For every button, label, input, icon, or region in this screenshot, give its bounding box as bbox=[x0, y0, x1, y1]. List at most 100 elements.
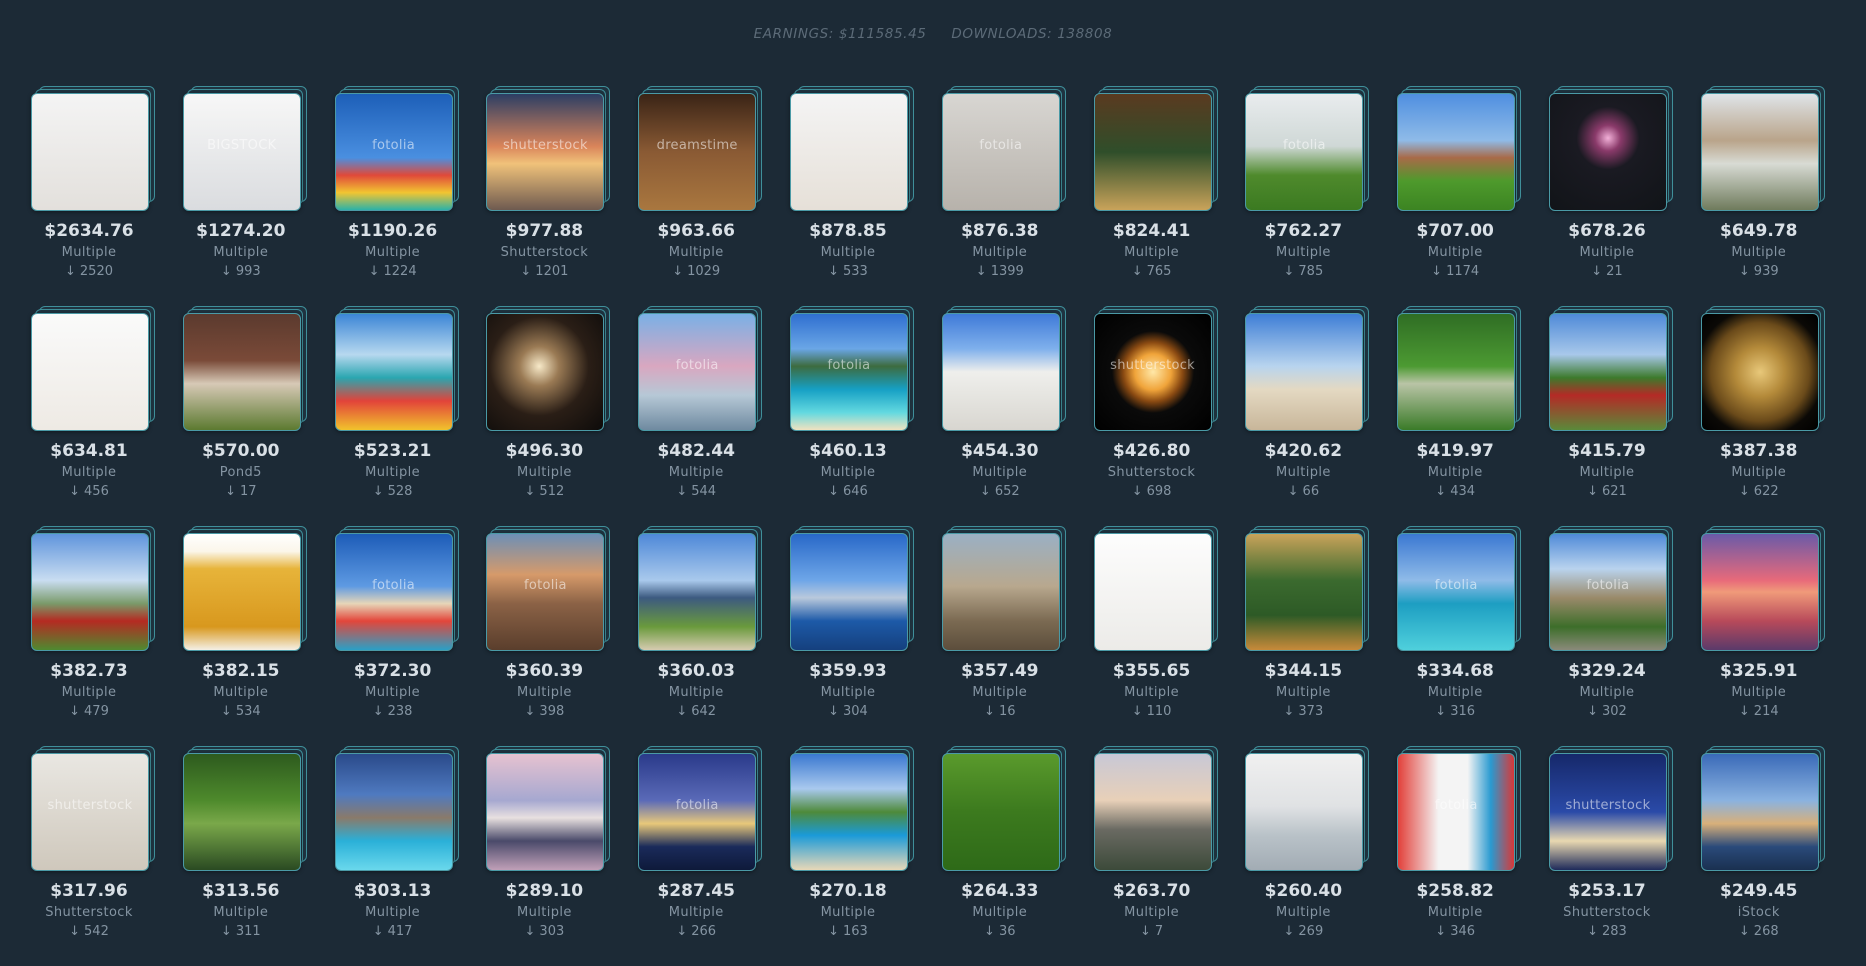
image-card[interactable]: shutterstock $317.96 Shutterstock ↓ 542 bbox=[29, 746, 181, 966]
image-stack[interactable]: fotolia bbox=[638, 746, 770, 874]
rope-bridge-photo[interactable] bbox=[1397, 313, 1516, 431]
image-stack[interactable]: shutterstock bbox=[1093, 306, 1226, 434]
image-card[interactable]: $359.93 Multiple ↓ 304 bbox=[788, 526, 940, 746]
airport-terminal-photo[interactable] bbox=[1093, 753, 1212, 871]
image-card[interactable]: $264.33 Multiple ↓ 36 bbox=[940, 746, 1092, 966]
image-stack[interactable] bbox=[1700, 526, 1833, 654]
image-stack[interactable]: fotolia bbox=[638, 306, 770, 434]
air-vent-photo[interactable]: fotolia bbox=[941, 93, 1060, 211]
image-stack[interactable]: fotolia bbox=[334, 86, 467, 214]
image-stack[interactable] bbox=[334, 306, 467, 434]
image-card[interactable]: $570.00 Pond5 ↓ 17 bbox=[181, 306, 333, 526]
image-stack[interactable]: fotolia bbox=[1245, 86, 1377, 214]
night-skyline-photo[interactable]: fotolia bbox=[638, 753, 757, 871]
image-card[interactable]: $634.81 Multiple ↓ 456 bbox=[29, 306, 181, 526]
cherry-blossom-monument-photo[interactable]: fotolia bbox=[638, 313, 757, 431]
image-card[interactable]: $523.21 Multiple ↓ 528 bbox=[333, 306, 485, 526]
image-stack[interactable] bbox=[1700, 746, 1833, 874]
image-card[interactable]: fotolia $460.13 Multiple ↓ 646 bbox=[788, 306, 940, 526]
image-stack[interactable] bbox=[638, 526, 770, 654]
image-card[interactable]: $496.30 Multiple ↓ 512 bbox=[484, 306, 636, 526]
image-card[interactable]: fotolia $762.27 Multiple ↓ 785 bbox=[1243, 86, 1395, 306]
image-card[interactable]: $387.38 Multiple ↓ 622 bbox=[1699, 306, 1851, 526]
image-stack[interactable]: fotolia bbox=[486, 526, 618, 654]
image-stack[interactable] bbox=[1093, 526, 1226, 654]
foreclosure-sign-photo[interactable] bbox=[182, 313, 301, 431]
cat-grass-photo[interactable] bbox=[941, 753, 1060, 871]
misty-hills-photo[interactable]: fotolia bbox=[486, 533, 605, 651]
image-card[interactable]: $415.79 Multiple ↓ 621 bbox=[1547, 306, 1699, 526]
village-street-photo[interactable]: fotolia bbox=[1548, 533, 1667, 651]
christmas-tree-photo[interactable] bbox=[1245, 533, 1364, 651]
image-stack[interactable] bbox=[1245, 306, 1377, 434]
image-card[interactable]: $325.91 Multiple ↓ 214 bbox=[1699, 526, 1851, 746]
image-stack[interactable]: fotolia bbox=[941, 86, 1074, 214]
image-stack[interactable] bbox=[1245, 526, 1377, 654]
image-card[interactable]: shutterstock $426.80 Shutterstock ↓ 698 bbox=[1092, 306, 1244, 526]
ceiling-vent-photo[interactable]: shutterstock bbox=[31, 753, 149, 871]
image-card[interactable]: $303.13 Multiple ↓ 417 bbox=[333, 746, 485, 966]
image-card[interactable]: $263.70 Multiple ↓ 7 bbox=[1092, 746, 1244, 966]
image-stack[interactable] bbox=[182, 306, 315, 434]
image-card[interactable]: $382.15 Multiple ↓ 534 bbox=[181, 526, 333, 746]
image-card[interactable]: $360.03 Multiple ↓ 642 bbox=[636, 526, 788, 746]
image-card[interactable]: $270.18 Multiple ↓ 163 bbox=[788, 746, 940, 966]
train-tunnel-photo[interactable] bbox=[486, 313, 605, 431]
image-stack[interactable]: shutterstock bbox=[31, 746, 163, 874]
image-card[interactable]: fotolia $372.30 Multiple ↓ 238 bbox=[333, 526, 485, 746]
image-stack[interactable] bbox=[789, 526, 922, 654]
image-stack[interactable] bbox=[182, 526, 315, 654]
cat-photo[interactable] bbox=[31, 93, 149, 211]
image-stack[interactable]: BIGSTOCK bbox=[182, 86, 315, 214]
image-card[interactable]: $678.26 Multiple ↓ 21 bbox=[1547, 86, 1699, 306]
image-stack[interactable]: fotolia bbox=[789, 306, 922, 434]
fireworks-photo[interactable] bbox=[1548, 93, 1667, 211]
image-card[interactable]: $382.73 Multiple ↓ 479 bbox=[29, 526, 181, 746]
image-card[interactable]: $649.78 Multiple ↓ 939 bbox=[1699, 86, 1851, 306]
image-card[interactable]: $454.30 Multiple ↓ 652 bbox=[940, 306, 1092, 526]
memorial-blossoms-photo[interactable] bbox=[486, 753, 605, 871]
airplane-beach-photo[interactable] bbox=[1245, 313, 1364, 431]
image-stack[interactable]: shutterstock bbox=[486, 86, 618, 214]
fishing-boat-photo[interactable] bbox=[1245, 753, 1364, 871]
beer-glass-photo[interactable] bbox=[182, 533, 301, 651]
image-card[interactable]: fotolia $329.24 Multiple ↓ 302 bbox=[1547, 526, 1699, 746]
hazy-city-photo[interactable] bbox=[941, 533, 1060, 651]
surfboards-photo[interactable]: fotolia bbox=[334, 533, 453, 651]
image-card[interactable]: fotolia $258.82 Multiple ↓ 346 bbox=[1395, 746, 1547, 966]
monument-reflection-photo[interactable] bbox=[1700, 533, 1819, 651]
image-card[interactable]: dreamstime $963.66 Multiple ↓ 1029 bbox=[636, 86, 788, 306]
image-card[interactable]: $824.41 Multiple ↓ 765 bbox=[1092, 86, 1244, 306]
image-stack[interactable] bbox=[1397, 306, 1529, 434]
image-card[interactable]: fotolia $482.44 Multiple ↓ 544 bbox=[636, 306, 788, 526]
image-card[interactable]: $419.97 Multiple ↓ 434 bbox=[1395, 306, 1547, 526]
image-stack[interactable] bbox=[486, 746, 618, 874]
city-skyline-water-photo[interactable] bbox=[789, 533, 908, 651]
image-card[interactable]: $249.45 iStock ↓ 268 bbox=[1699, 746, 1851, 966]
image-card[interactable]: $260.40 Multiple ↓ 269 bbox=[1243, 746, 1395, 966]
image-card[interactable]: shutterstock $253.17 Shutterstock ↓ 283 bbox=[1547, 746, 1699, 966]
surfboards-photo[interactable]: fotolia bbox=[1397, 753, 1516, 871]
image-stack[interactable]: dreamstime bbox=[638, 86, 770, 214]
image-stack[interactable]: shutterstock bbox=[1548, 746, 1681, 874]
image-stack[interactable] bbox=[1700, 86, 1833, 214]
forest-stream-photo[interactable] bbox=[182, 753, 301, 871]
image-card[interactable]: $289.10 Multiple ↓ 303 bbox=[484, 746, 636, 966]
image-card[interactable]: $2634.76 Multiple ↓ 2520 bbox=[29, 86, 181, 306]
image-card[interactable]: $878.85 Multiple ↓ 533 bbox=[788, 86, 940, 306]
image-stack[interactable] bbox=[1245, 746, 1377, 874]
image-card[interactable]: $313.56 Multiple ↓ 311 bbox=[181, 746, 333, 966]
image-stack[interactable] bbox=[941, 746, 1074, 874]
image-stack[interactable] bbox=[486, 306, 618, 434]
candle-photo[interactable]: shutterstock bbox=[1093, 313, 1212, 431]
cat-photo[interactable] bbox=[789, 93, 908, 211]
drill-truck-photo[interactable] bbox=[1548, 313, 1667, 431]
image-stack[interactable] bbox=[182, 746, 315, 874]
image-stack[interactable] bbox=[789, 746, 922, 874]
city-park-photo[interactable] bbox=[638, 533, 757, 651]
image-stack[interactable]: fotolia bbox=[1548, 526, 1681, 654]
image-card[interactable]: fotolia $334.68 Multiple ↓ 316 bbox=[1395, 526, 1547, 746]
clock-gears-photo[interactable] bbox=[1700, 313, 1819, 431]
supreme-court-photo[interactable] bbox=[941, 313, 1060, 431]
image-stack[interactable] bbox=[941, 306, 1074, 434]
